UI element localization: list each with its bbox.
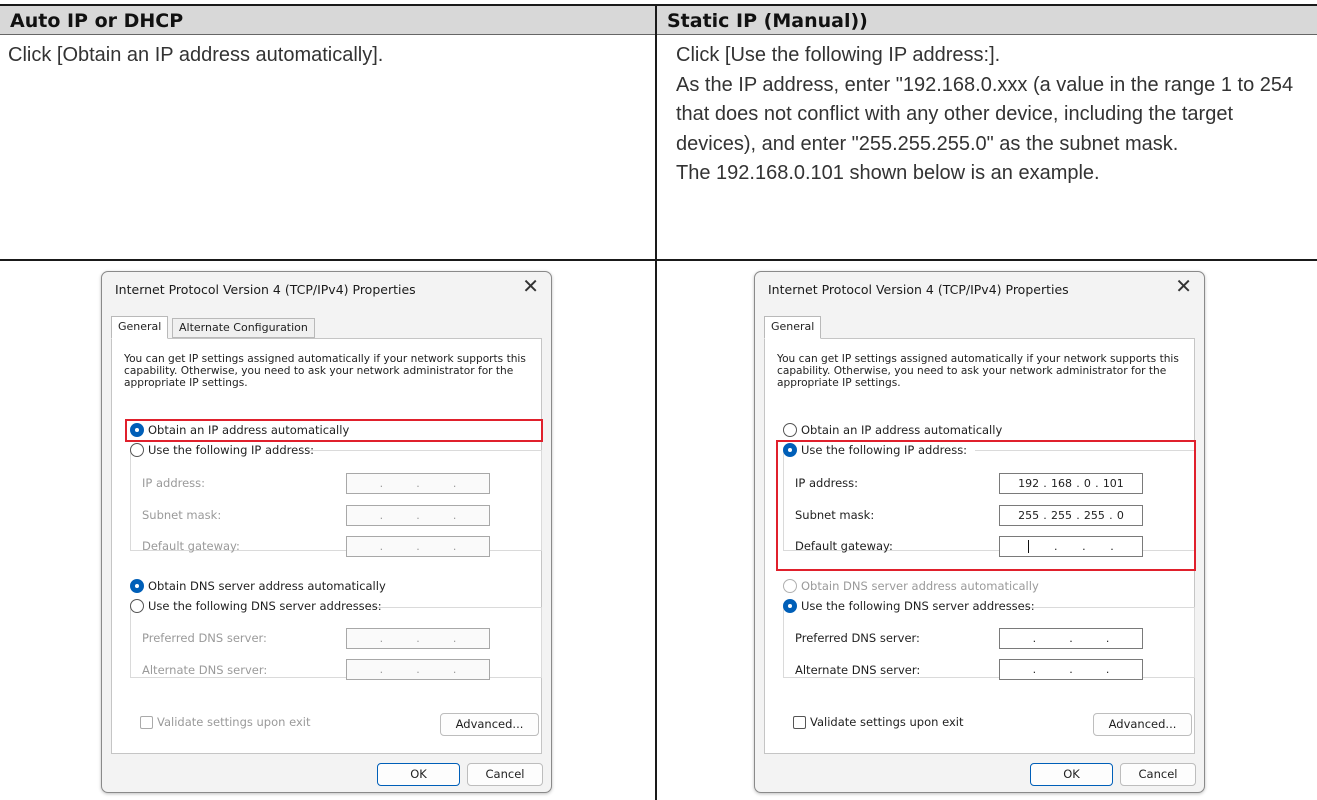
dialog-title: Internet Protocol Version 4 (TCP/IPv4) P… <box>115 282 416 297</box>
checkbox-icon <box>793 715 806 729</box>
header-auto-ip-label: Auto IP or DHCP <box>10 10 184 32</box>
header-auto-ip: Auto IP or DHCP <box>0 4 655 35</box>
preferred-dns-label: Preferred DNS server: <box>795 631 920 645</box>
radio-unchecked-icon <box>130 443 144 457</box>
intro-text: You can get IP settings assigned automat… <box>777 353 1179 389</box>
preferred-dns-input[interactable]: ... <box>999 628 1143 649</box>
highlight-obtain-ip-auto <box>125 419 543 442</box>
advanced-button[interactable]: Advanced... <box>440 713 539 736</box>
alternate-dns-label: Alternate DNS server: <box>142 663 268 677</box>
auto-ip-instructions: Click [Obtain an IP address automaticall… <box>8 41 638 71</box>
obtain-ip-auto-label: Obtain an IP address automatically <box>801 423 1003 437</box>
checkbox-icon <box>140 715 153 729</box>
static-ip-step-2: As the IP address, enter "192.168.0.xxx … <box>676 73 1294 155</box>
obtain-dns-auto-label: Obtain DNS server address automatically <box>801 579 1039 593</box>
use-following-dns-label: Use the following DNS server addresses: <box>148 599 382 613</box>
subnet-mask-input[interactable]: ... <box>346 505 490 526</box>
close-icon[interactable]: ✕ <box>522 276 539 296</box>
dialog-title: Internet Protocol Version 4 (TCP/IPv4) P… <box>768 282 1069 297</box>
alternate-dns-input[interactable]: ... <box>999 659 1143 680</box>
ip-address-input[interactable]: ... <box>346 473 490 494</box>
highlight-static-ip-fields <box>776 440 1196 571</box>
use-following-ip-radio[interactable]: Use the following IP address: <box>130 443 314 457</box>
cancel-button[interactable]: Cancel <box>1120 763 1196 786</box>
tab-general[interactable]: General <box>111 316 169 339</box>
obtain-ip-auto-radio[interactable]: Obtain an IP address automatically <box>783 423 1002 437</box>
tab-alternate-configuration[interactable]: Alternate Configuration <box>172 318 315 338</box>
intro-text: You can get IP settings assigned automat… <box>124 353 526 389</box>
validate-label: Validate settings upon exit <box>810 715 964 729</box>
general-panel: You can get IP settings assigned automat… <box>111 338 542 754</box>
static-ip-step-1: Click [Use the following IP address:]. <box>676 44 1001 66</box>
use-following-dns-radio[interactable]: Use the following DNS server addresses: <box>130 599 382 613</box>
ok-button[interactable]: OK <box>377 763 460 786</box>
column-divider <box>655 4 657 800</box>
tab-general[interactable]: General <box>764 316 822 339</box>
use-following-dns-radio[interactable]: Use the following DNS server addresses: <box>783 599 1035 613</box>
ip-address-label: IP address: <box>142 476 206 490</box>
ok-button[interactable]: OK <box>1030 763 1113 786</box>
validate-checkbox[interactable]: Validate settings upon exit <box>793 715 963 729</box>
static-ip-step-3: The 192.168.0.101 shown below is an exam… <box>676 162 1100 184</box>
radio-disabled-icon <box>783 579 797 593</box>
use-following-dns-label: Use the following DNS server addresses: <box>801 599 1035 613</box>
alternate-dns-input[interactable]: ... <box>346 659 490 680</box>
default-gateway-input[interactable]: ... <box>346 536 490 557</box>
default-gateway-label: Default gateway: <box>142 539 240 553</box>
radio-unchecked-icon <box>783 423 797 437</box>
radio-checked-icon <box>130 579 144 593</box>
validate-label: Validate settings upon exit <box>157 715 311 729</box>
obtain-dns-auto-radio[interactable]: Obtain DNS server address automatically <box>130 579 386 593</box>
instruction-table: Auto IP or DHCP Static IP (Manual)) Clic… <box>0 0 1317 800</box>
obtain-dns-auto-radio[interactable]: Obtain DNS server address automatically <box>783 579 1039 593</box>
preferred-dns-input[interactable]: ... <box>346 628 490 649</box>
use-following-ip-label: Use the following IP address: <box>148 443 315 457</box>
obtain-dns-auto-label: Obtain DNS server address automatically <box>148 579 386 593</box>
auto-ip-step: Click [Obtain an IP address automaticall… <box>8 44 384 66</box>
validate-checkbox[interactable]: Validate settings upon exit <box>140 715 310 729</box>
static-ip-instructions: Click [Use the following IP address:]. A… <box>676 41 1296 189</box>
header-static-ip-label: Static IP (Manual)) <box>667 10 868 32</box>
alternate-dns-label: Alternate DNS server: <box>795 663 921 677</box>
advanced-button[interactable]: Advanced... <box>1093 713 1192 736</box>
row-divider <box>0 259 1317 261</box>
ipv4-properties-dialog-auto: Internet Protocol Version 4 (TCP/IPv4) P… <box>101 271 552 793</box>
cancel-button[interactable]: Cancel <box>467 763 543 786</box>
header-static-ip: Static IP (Manual)) <box>657 4 1317 35</box>
radio-checked-icon <box>783 599 797 613</box>
close-icon[interactable]: ✕ <box>1175 276 1192 296</box>
preferred-dns-label: Preferred DNS server: <box>142 631 267 645</box>
ipv4-properties-dialog-static: Internet Protocol Version 4 (TCP/IPv4) P… <box>754 271 1205 793</box>
subnet-mask-label: Subnet mask: <box>142 508 222 522</box>
radio-unchecked-icon <box>130 599 144 613</box>
